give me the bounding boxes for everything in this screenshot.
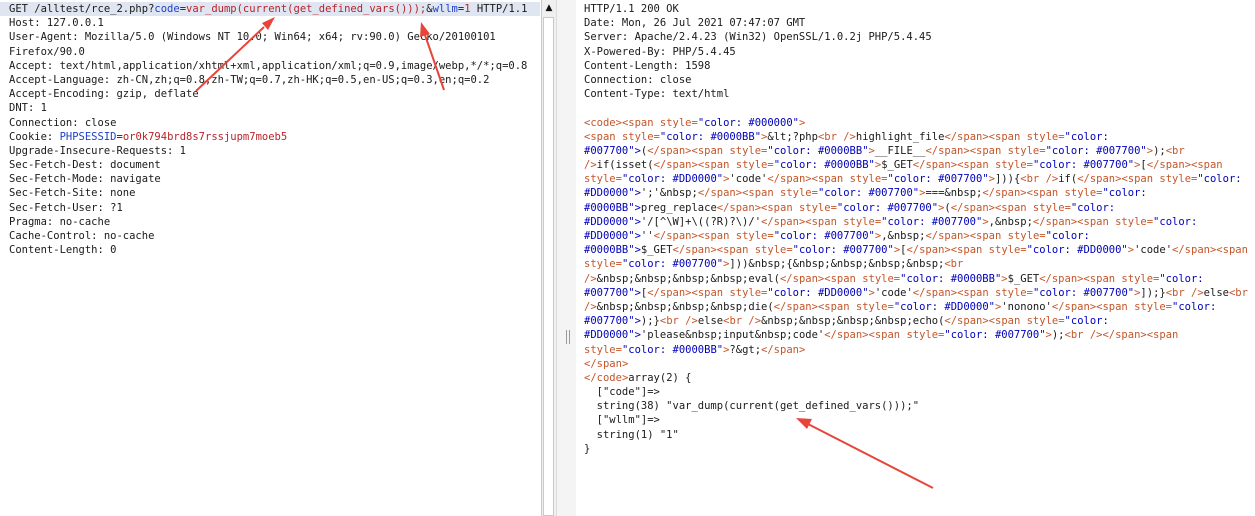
dump-line: string(1) "1" <box>584 428 679 441</box>
header-upgrade-insecure: Upgrade-Insecure-Requests: 1 <box>9 144 187 157</box>
response-html-line: #0000BB">$_GET</span><span style="color:… <box>584 244 1248 257</box>
response-html-line: #DD0000">''</span><span style="color: #0… <box>584 230 1090 242</box>
response-html-line: />&nbsp;&nbsp;&nbsp;&nbsp;die(</span><sp… <box>584 300 1217 313</box>
header-accept: Accept: text/html,application/xhtml+xml,… <box>9 59 528 72</box>
response-html-line: #007700">);}<br />else<br />&nbsp;&nbsp;… <box>584 315 1109 328</box>
response-header: Content-Type: text/html <box>584 88 730 101</box>
header-pragma: Pragma: no-cache <box>9 215 111 228</box>
dump-line: ["code"]=> <box>584 386 660 399</box>
dump-line: ["wllm"]=> <box>584 414 660 427</box>
header-cache-control: Cache-Control: no-cache <box>9 230 155 242</box>
header-cookie: Cookie: PHPSESSID=or0k794brd8s7rssjupm7m… <box>9 130 540 144</box>
cookie-name: PHPSESSID <box>59 130 117 143</box>
response-html-line: </span> <box>584 357 629 370</box>
header-user-agent-cont: Firefox/90.0 <box>9 45 85 58</box>
header-content-length: Content-Length: 0 <box>9 244 117 257</box>
param-wllm-name: wllm <box>432 3 458 15</box>
pane-splitter[interactable] <box>556 0 578 516</box>
cookie-value: or0k794brd8s7rssjupm7moeb5 <box>122 130 288 143</box>
header-fetch-mode: Sec-Fetch-Mode: navigate <box>9 173 161 186</box>
response-html-line: <code><span style="color: #000000"> <box>584 116 806 129</box>
response-html-line: #0000BB">preg_replace</span><span style=… <box>584 201 1116 214</box>
header-fetch-user: Sec-Fetch-User: ?1 <box>9 201 123 214</box>
param-code-name: code <box>154 3 180 15</box>
response-html-line: />&nbsp;&nbsp;&nbsp;&nbsp;eval(</span><s… <box>584 272 1204 285</box>
dump-line: string(38) "var_dump(current(get_defined… <box>584 400 920 413</box>
response-html-body: <code><span style="color: #000000"> <span… <box>584 116 1248 386</box>
cookie-prefix: Cookie: <box>9 130 60 143</box>
header-fetch-site: Sec-Fetch-Site: none <box>9 187 136 200</box>
response-blank-line <box>584 101 1248 115</box>
response-header: Content-Length: 1598 <box>584 59 711 72</box>
response-html-line: />if(isset(</span><span style="color: #0… <box>584 159 1223 172</box>
param-code-value: var_dump(current(get_defined_vars())); <box>186 3 427 15</box>
header-user-agent: User-Agent: Mozilla/5.0 (Windows NT 10.0… <box>9 31 496 44</box>
response-html-line: #DD0000">'please&nbsp;input&nbsp;code'</… <box>584 329 1179 342</box>
response-html-line: style="color: #DD0000">'code'</span><spa… <box>584 173 1242 186</box>
response-html-line: #DD0000">'/[^\W]+\((?R)?\)/'</span><span… <box>584 215 1198 228</box>
response-header: Server: Apache/2.4.23 (Win32) OpenSSL/1.… <box>584 31 932 44</box>
splitter-grip-icon[interactable] <box>566 330 570 344</box>
response-header: Date: Mon, 26 Jul 2021 07:47:07 GMT <box>584 17 806 30</box>
header-dnt: DNT: 1 <box>9 102 47 115</box>
dump-line: } <box>584 442 591 455</box>
request-editor[interactable]: GET /alltest/rce_2.php?code=var_dump(cur… <box>0 0 541 516</box>
response-html-line: #007700">(</span><span style="color: #00… <box>584 144 1185 157</box>
response-html-line: style="color: #0000BB">?&gt;</span> <box>584 343 806 356</box>
response-html-line: </code>array(2) { <box>584 371 692 384</box>
response-html-line: #007700">[</span><span style="color: #DD… <box>584 286 1248 299</box>
scroll-up-arrow-icon[interactable]: ▲ <box>542 0 556 16</box>
response-header: X-Powered-By: PHP/5.4.45 <box>584 45 736 58</box>
header-accept-encoding: Accept-Encoding: gzip, deflate <box>9 88 199 101</box>
response-html-line: #DD0000">';'&nbsp;</span><span style="co… <box>584 187 1147 200</box>
request-method-path: GET /alltest/rce_2.php? <box>9 3 155 15</box>
response-html-line: <span style="color: #0000BB">&lt;?php<br… <box>584 130 1109 143</box>
header-host: Host: 127.0.0.1 <box>9 17 104 30</box>
response-viewer[interactable]: HTTP/1.1 200 OK Date: Mon, 26 Jul 2021 0… <box>576 0 1255 516</box>
response-header: Connection: close <box>584 73 692 86</box>
request-line[interactable]: GET /alltest/rce_2.php?code=var_dump(cur… <box>0 2 540 17</box>
request-protocol: HTTP/1.1 <box>470 3 528 15</box>
scrollbar-thumb[interactable] <box>543 17 554 516</box>
header-fetch-dest: Sec-Fetch-Dest: document <box>9 159 161 172</box>
header-accept-language: Accept-Language: zh-CN,zh;q=0.8,zh-TW;q=… <box>9 73 490 86</box>
header-connection: Connection: close <box>9 116 117 129</box>
response-html-line: style="color: #007700">]))&nbsp;{&nbsp;&… <box>584 258 964 271</box>
request-scrollbar[interactable]: ▲ <box>541 0 556 516</box>
response-header: HTTP/1.1 200 OK <box>584 3 679 15</box>
